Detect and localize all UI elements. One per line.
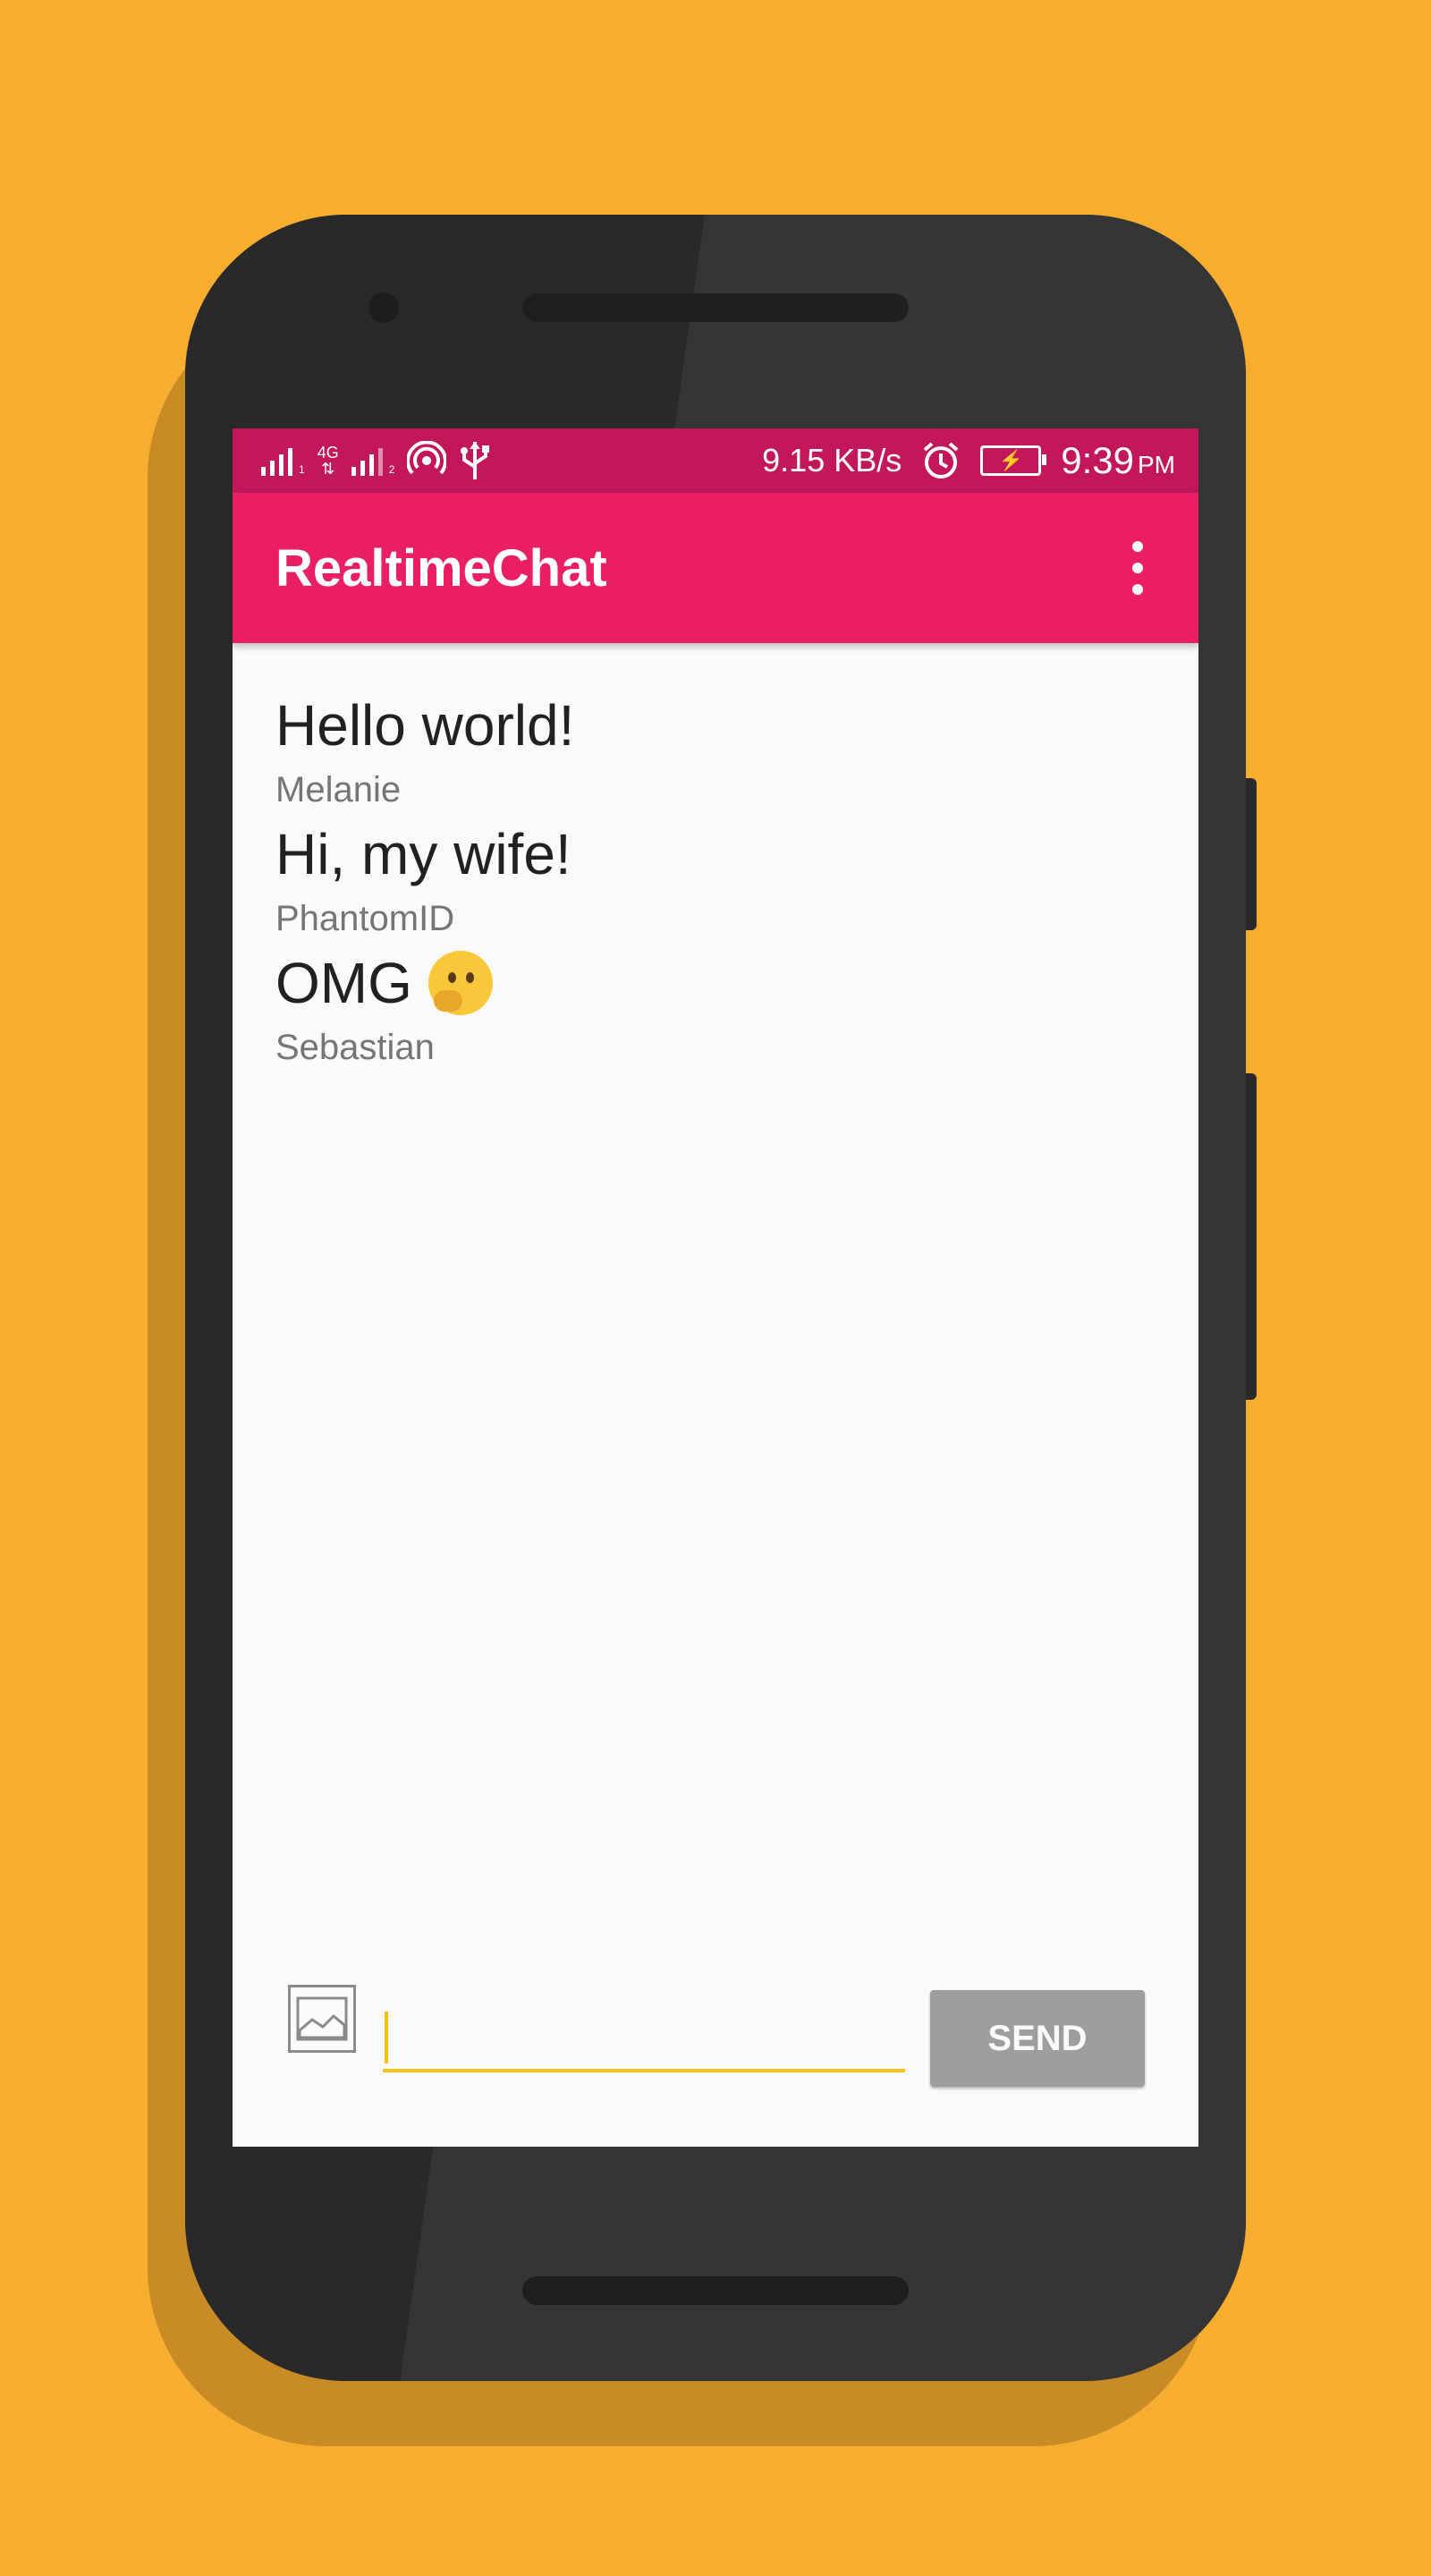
message-text: Hi, my wife!: [275, 822, 572, 886]
network-speed: 9.15 KB/s: [762, 442, 902, 479]
volume-button: [1246, 778, 1257, 930]
status-bar: 1 4G ⇅ 2 9.15 KB/s ⚡ 9:39 PM: [233, 428, 1198, 493]
overflow-menu-icon[interactable]: [1120, 541, 1156, 595]
message-composer: SEND: [233, 1985, 1198, 2092]
battery-charging-icon: ⚡: [980, 445, 1047, 476]
hotspot-icon: [407, 441, 447, 475]
top-speaker: [522, 293, 909, 322]
message-text-row: OMG: [275, 947, 574, 1019]
message-item: OMG Sebastian: [275, 947, 574, 1076]
attach-image-button[interactable]: [288, 1985, 356, 2053]
send-button[interactable]: SEND: [930, 1990, 1145, 2087]
message-author: PhantomID: [275, 899, 455, 938]
thinking-face-icon: [428, 951, 493, 1015]
alarm-icon: [923, 442, 959, 479]
power-button: [1246, 1073, 1257, 1400]
message-list: Hello world! Melanie Hi, my wife! Phanto…: [275, 690, 574, 1076]
message-author: Melanie: [275, 770, 402, 809]
message-text: OMG: [275, 951, 412, 1015]
app-bar: RealtimeChat: [233, 493, 1198, 643]
network-type-icon: 4G ⇅: [317, 444, 339, 478]
signal-sim2-icon: 2: [351, 445, 394, 476]
signal-sim1-icon: 1: [261, 445, 305, 476]
bottom-speaker: [522, 2276, 909, 2305]
message-item: Hi, my wife! PhantomID: [275, 818, 574, 947]
phone-screen: 1 4G ⇅ 2 9.15 KB/s ⚡ 9:39 PM RealtimeCha…: [233, 428, 1198, 2147]
app-title: RealtimeChat: [275, 538, 607, 597]
text-cursor: [385, 2012, 388, 2063]
message-text: Hello world!: [275, 693, 575, 758]
usb-icon: [461, 442, 490, 479]
message-author: Sebastian: [275, 1028, 435, 1067]
front-camera: [368, 292, 399, 323]
message-item: Hello world! Melanie: [275, 690, 574, 818]
message-input[interactable]: [383, 2003, 905, 2072]
image-icon: [296, 1996, 348, 2041]
clock: 9:39 PM: [1061, 439, 1175, 481]
